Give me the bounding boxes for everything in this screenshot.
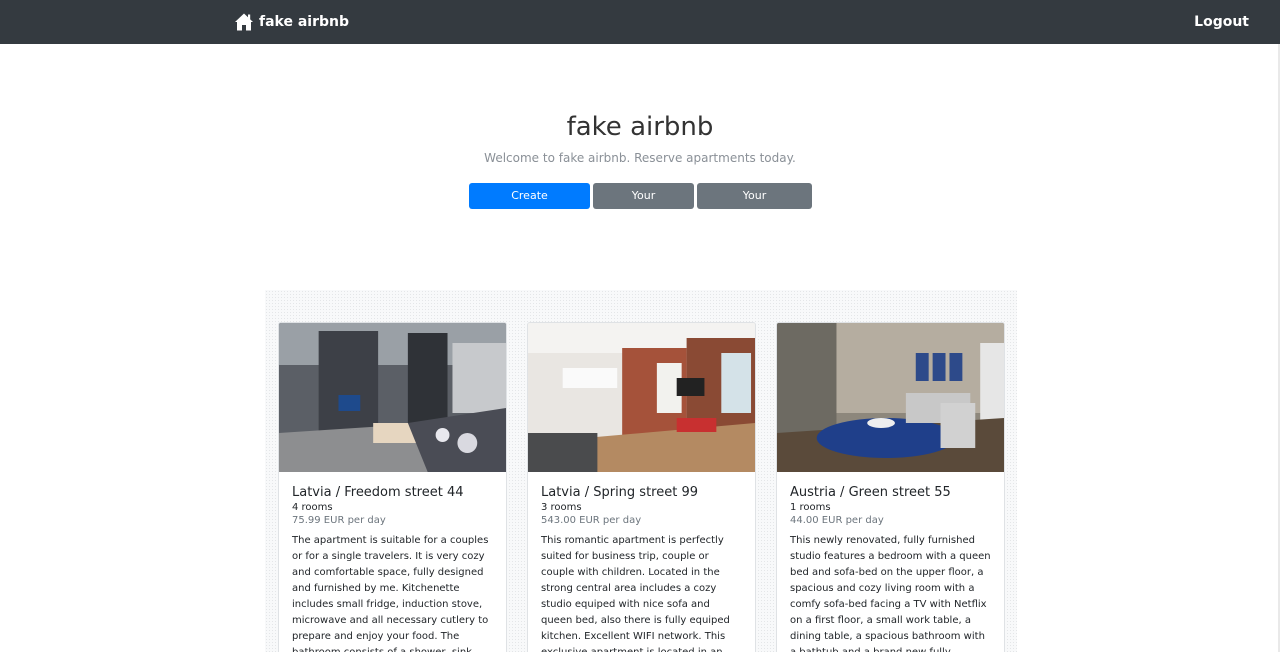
hero-section: fake airbnb Welcome to fake airbnb. Rese… (0, 110, 1280, 166)
listing-rooms: 1 rooms (790, 502, 831, 513)
your-reservations-button[interactable]: Your Reservations (593, 183, 694, 228)
listing-price: 543.00 EUR per day (541, 515, 642, 526)
listing-photo[interactable] (279, 323, 506, 472)
listing-rooms: 4 rooms (292, 502, 333, 513)
brand-label: fake airbnb (259, 14, 350, 30)
listing-description: This romantic apartment is perfectly sui… (541, 535, 730, 652)
listing-card[interactable]: Latvia / Spring street 99 3 rooms 543.00… (527, 322, 756, 652)
listing-card[interactable]: Latvia / Freedom street 44 4 rooms 75.99… (278, 322, 507, 652)
listing-title: Latvia / Freedom street 44 (292, 485, 464, 500)
listing-title: Latvia / Spring street 99 (541, 485, 699, 500)
hero-actions: Create Advertisement Your Reservations Y… (469, 183, 812, 228)
logout-link[interactable]: Logout (1194, 14, 1249, 30)
your-advertisements-button[interactable]: Your Advertisements (697, 183, 812, 228)
listing-photo[interactable] (528, 323, 755, 472)
listing-description: This newly renovated, fully furnished st… (790, 535, 991, 652)
listing-price: 75.99 EUR per day (292, 515, 386, 526)
page-subtitle: Welcome to fake airbnb. Reserve apartmen… (484, 151, 796, 165)
top-navbar: fake airbnb Logout (0, 0, 1280, 44)
listing-card[interactable]: Austria / Green street 55 1 rooms 44.00 … (776, 322, 1005, 652)
home-icon (235, 13, 253, 31)
listing-rooms: 3 rooms (541, 502, 582, 513)
listing-description: The apartment is suitable for a couples … (292, 535, 489, 652)
create-advertisement-button[interactable]: Create Advertisement (469, 183, 590, 228)
page-title: fake airbnb (566, 112, 714, 142)
listing-title: Austria / Green street 55 (790, 485, 951, 500)
listing-photo[interactable] (777, 323, 1004, 472)
brand-link[interactable]: fake airbnb (234, 12, 349, 32)
listing-price: 44.00 EUR per day (790, 515, 884, 526)
